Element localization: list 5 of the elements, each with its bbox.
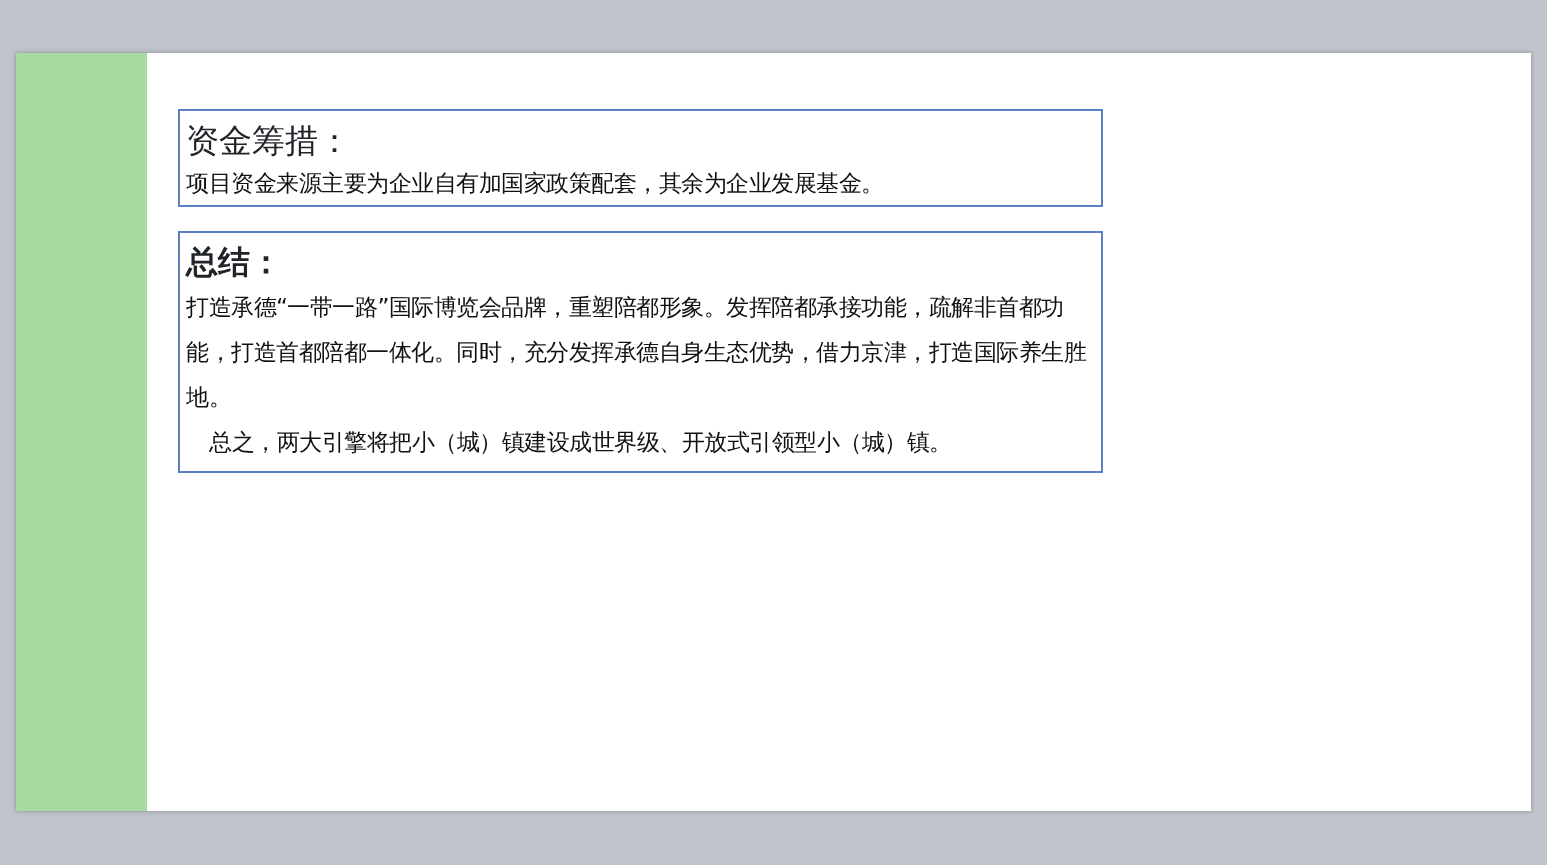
paragraph: 项目资金来源主要为企业自有加国家政策配套，其余为企业发展基金。 <box>186 168 885 198</box>
paragraph: 总之，两大引擎将把小（城）镇建设成世界级、开放式引领型小（城）镇。 <box>208 428 953 457</box>
section-heading: 总结： <box>186 242 283 281</box>
section-heading: 资金筹措： <box>186 121 352 161</box>
paragraph: 打造承德“一带一路”国际博览会品牌，重塑陪都形象。发挥陪都承接功能，疏解非首都功能，打造首都陪都一体化。同时，充分发挥承德自身生态优势，借力京津，打造国际养生胜地。 <box>186 293 1087 412</box>
